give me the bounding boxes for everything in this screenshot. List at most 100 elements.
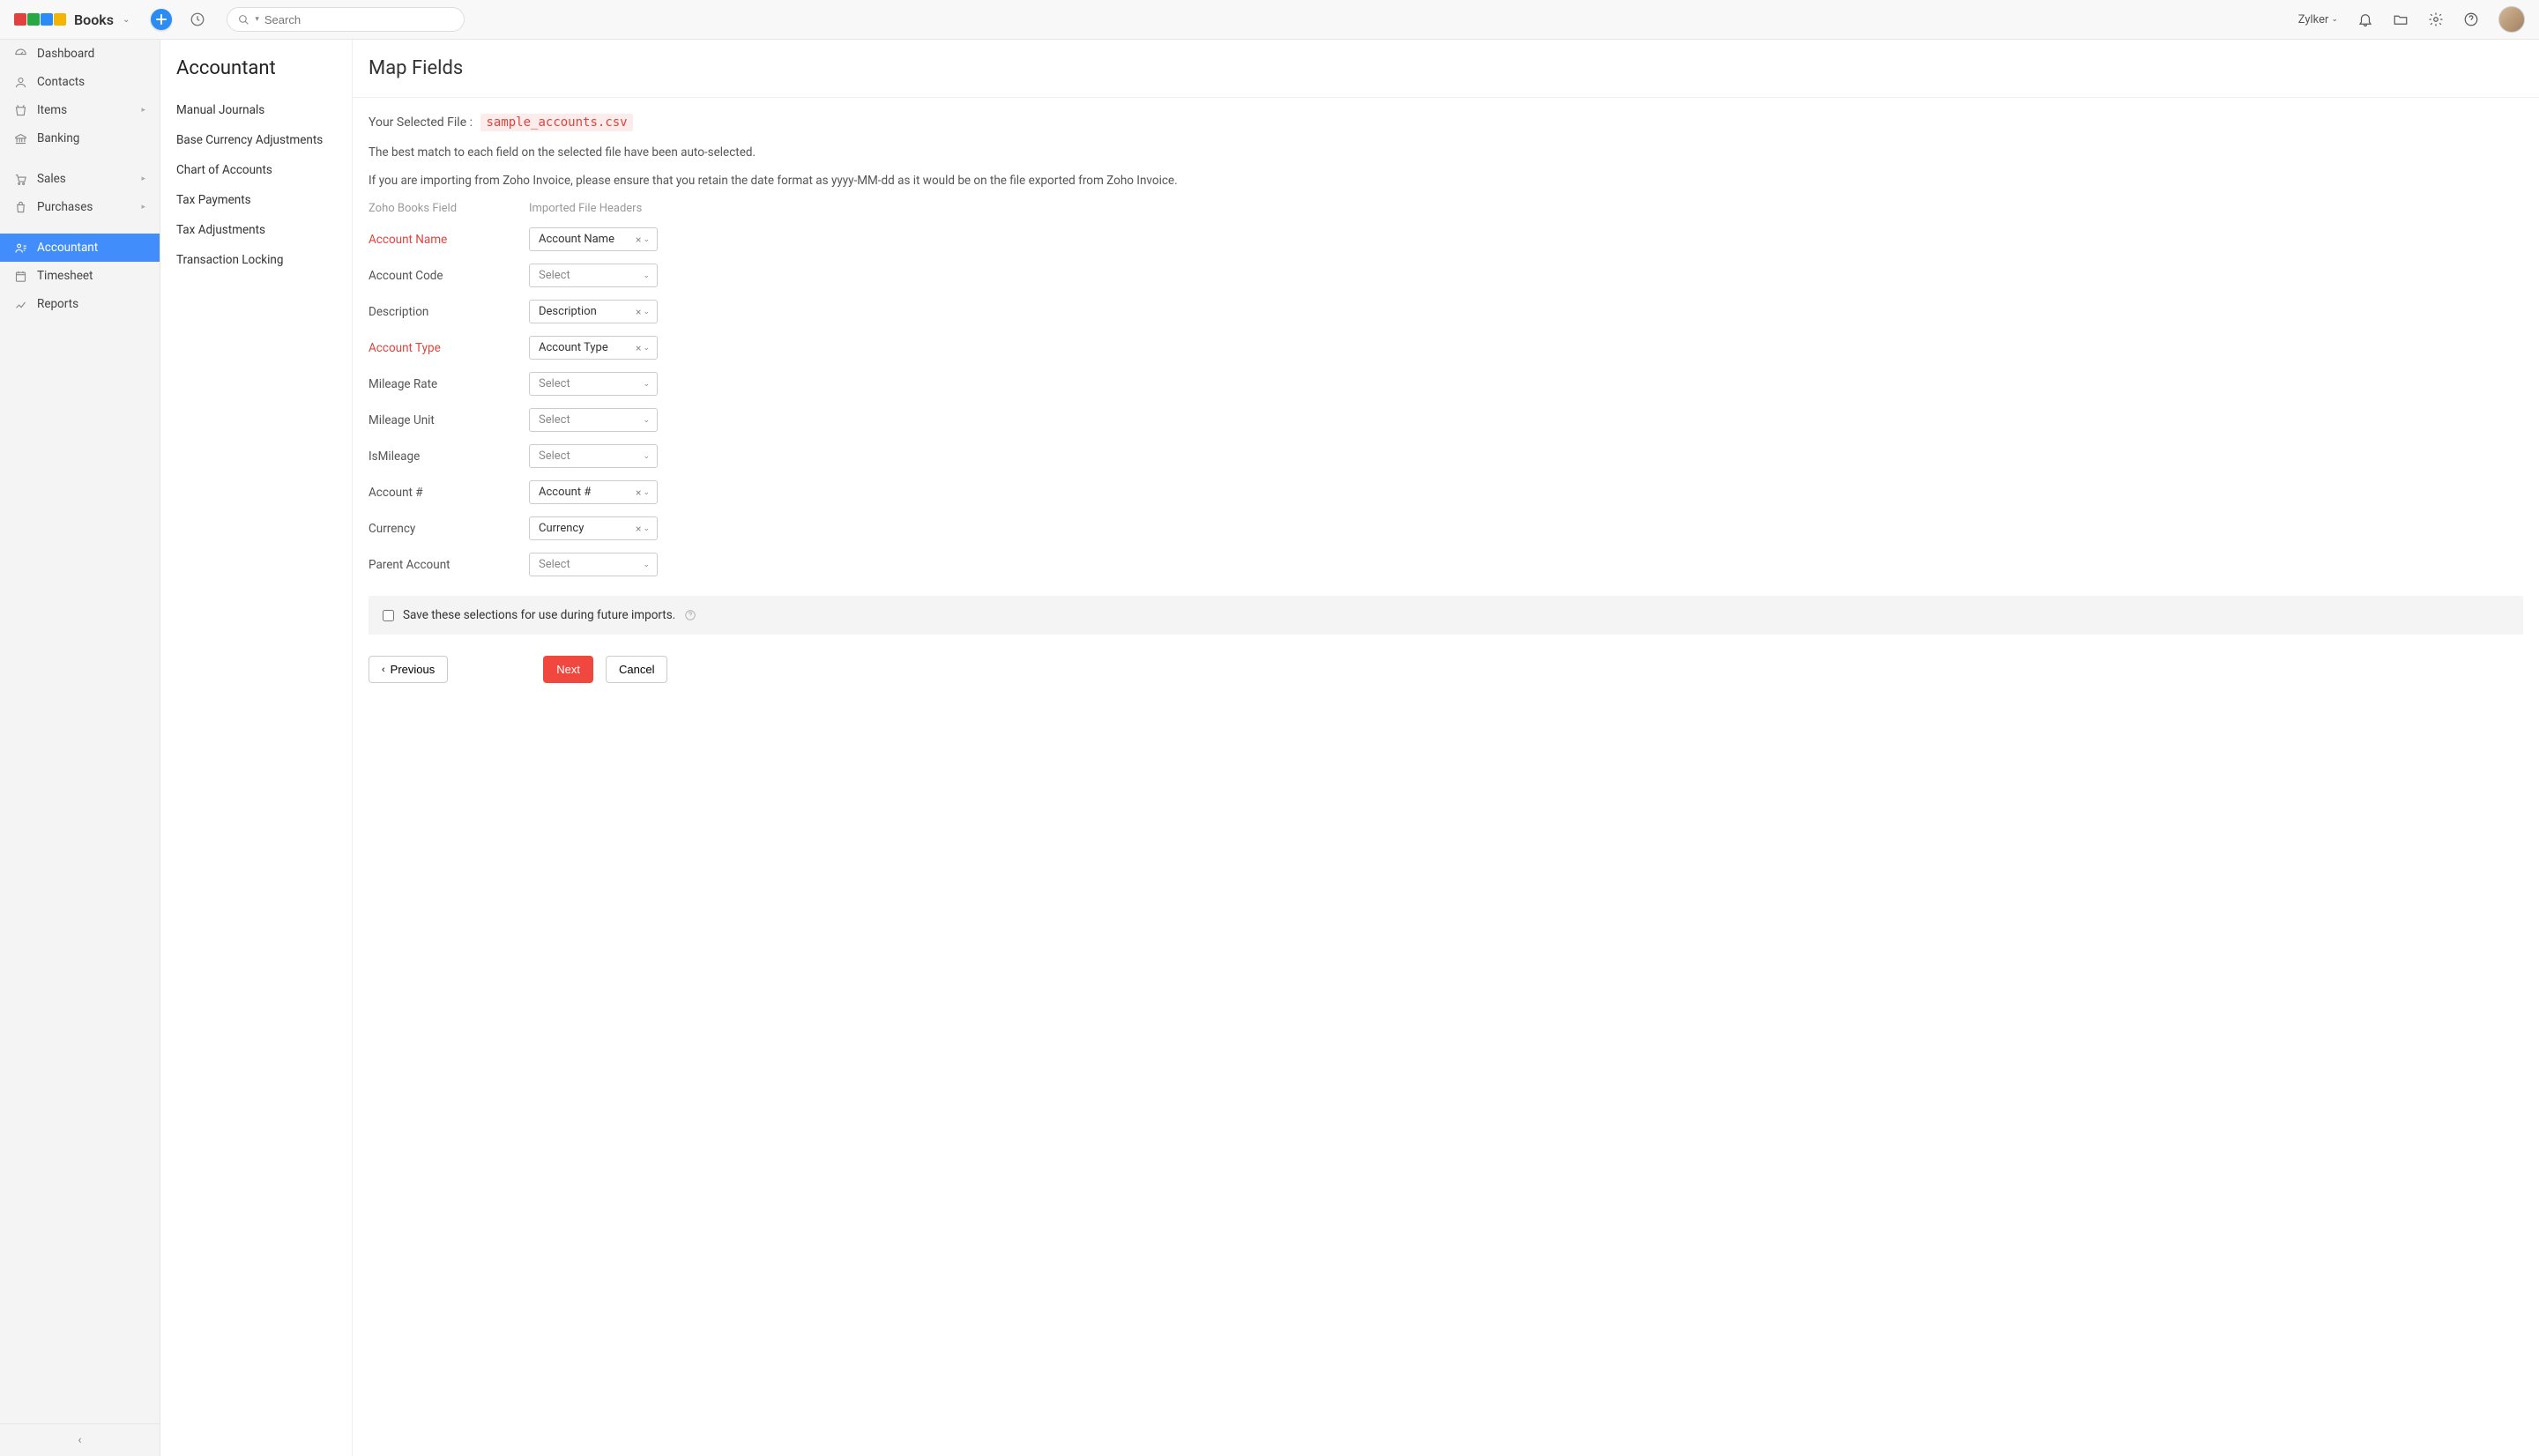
sidebar: DashboardContactsItems▸BankingSales▸Purc…: [0, 40, 160, 1456]
sidebar-item-accountant[interactable]: Accountant: [0, 234, 160, 262]
field-select[interactable]: Currency×⌄: [529, 516, 658, 540]
field-label: Parent Account: [369, 558, 520, 572]
info-auto-match: The best match to each field on the sele…: [369, 145, 2523, 160]
search-input[interactable]: ▾: [227, 7, 465, 32]
subnav-item-base-currency-adjustments[interactable]: Base Currency Adjustments: [160, 125, 352, 155]
sidebar-item-sales[interactable]: Sales▸: [0, 165, 160, 193]
help-icon[interactable]: [2463, 11, 2479, 27]
subnav-item-tax-adjustments[interactable]: Tax Adjustments: [160, 215, 352, 245]
selected-file-label: Your Selected File :: [369, 115, 473, 130]
close-icon[interactable]: ×: [636, 487, 641, 499]
field-select[interactable]: Select⌄: [529, 444, 658, 468]
main-content: Map Fields Your Selected File : sample_a…: [353, 40, 2539, 1456]
page-title: Map Fields: [369, 57, 2523, 79]
next-button[interactable]: Next: [543, 656, 593, 683]
field-row: Mileage Rate Select⌄: [369, 372, 2523, 396]
contacts-icon: [14, 76, 28, 89]
sidebar-item-label: Contacts: [37, 75, 85, 89]
previous-button-label: Previous: [391, 663, 436, 676]
subnav-item-chart-of-accounts[interactable]: Chart of Accounts: [160, 155, 352, 185]
chevron-down-icon: ⌄: [643, 380, 650, 389]
field-row: CurrencyCurrency×⌄: [369, 516, 2523, 540]
items-icon: [14, 104, 28, 117]
field-select[interactable]: Account Type×⌄: [529, 336, 658, 360]
field-select[interactable]: Account Name×⌄: [529, 227, 658, 251]
sidebar-item-banking[interactable]: Banking: [0, 124, 160, 152]
subnav: Accountant Manual JournalsBase Currency …: [160, 40, 353, 1456]
select-value: Account Type: [539, 341, 636, 354]
subnav-item-transaction-locking[interactable]: Transaction Locking: [160, 245, 352, 275]
field-select[interactable]: Select⌄: [529, 372, 658, 396]
field-label: Mileage Unit: [369, 413, 520, 427]
help-icon[interactable]: [684, 609, 696, 621]
chevron-left-icon: ‹: [78, 1433, 81, 1447]
chevron-down-icon: ⌄: [643, 488, 650, 497]
cancel-button[interactable]: Cancel: [606, 656, 667, 683]
chevron-down-icon: ⌄: [643, 416, 650, 425]
select-value: Select: [539, 269, 643, 282]
sidebar-item-label: Reports: [37, 297, 78, 311]
field-label: Account Type: [369, 341, 520, 355]
save-selections-label: Save these selections for use during fut…: [403, 608, 675, 622]
chevron-right-icon: ▸: [141, 175, 145, 183]
field-select[interactable]: Account #×⌄: [529, 480, 658, 504]
sidebar-item-label: Banking: [37, 131, 79, 145]
history-icon[interactable]: [190, 11, 205, 27]
sidebar-item-label: Items: [37, 103, 67, 117]
banking-icon: [14, 132, 28, 145]
collapse-sidebar-button[interactable]: ‹: [0, 1423, 160, 1456]
field-select[interactable]: Description×⌄: [529, 300, 658, 323]
bell-icon[interactable]: [2357, 11, 2373, 27]
org-name-label: Zylker: [2298, 13, 2329, 26]
chevron-left-icon: ‹: [382, 665, 385, 675]
cancel-button-label: Cancel: [619, 663, 654, 676]
app-logo[interactable]: Books ⌄: [14, 11, 130, 28]
field-select[interactable]: Select⌄: [529, 264, 658, 287]
quick-add-button[interactable]: [151, 9, 172, 30]
sidebar-item-purchases[interactable]: Purchases▸: [0, 193, 160, 221]
close-icon[interactable]: ×: [636, 523, 641, 535]
close-icon[interactable]: ×: [636, 306, 641, 318]
chevron-right-icon: ▸: [141, 203, 145, 212]
chevron-down-icon[interactable]: ⌄: [123, 15, 130, 25]
subnav-item-tax-payments[interactable]: Tax Payments: [160, 185, 352, 215]
field-label: Account Code: [369, 269, 520, 283]
sidebar-item-label: Dashboard: [37, 47, 94, 61]
close-icon[interactable]: ×: [636, 234, 641, 246]
save-selections-checkbox[interactable]: [383, 610, 394, 621]
field-label: Mileage Rate: [369, 377, 520, 391]
folder-icon[interactable]: [2393, 11, 2409, 27]
org-switcher[interactable]: Zylker ⌄: [2298, 13, 2338, 26]
chevron-down-icon: ⌄: [643, 561, 650, 569]
previous-button[interactable]: ‹ Previous: [369, 656, 448, 683]
select-value: Select: [539, 449, 643, 463]
avatar[interactable]: [2498, 6, 2525, 33]
field-row: Account NameAccount Name×⌄: [369, 227, 2523, 251]
sidebar-item-reports[interactable]: Reports: [0, 290, 160, 318]
field-select[interactable]: Select⌄: [529, 553, 658, 576]
sidebar-item-items[interactable]: Items▸: [0, 96, 160, 124]
select-value: Description: [539, 305, 636, 318]
field-label: IsMileage: [369, 449, 520, 464]
field-row: Account TypeAccount Type×⌄: [369, 336, 2523, 360]
sidebar-item-dashboard[interactable]: Dashboard: [0, 40, 160, 68]
close-icon[interactable]: ×: [636, 342, 641, 354]
sidebar-item-timesheet[interactable]: Timesheet: [0, 262, 160, 290]
column-header-imported: Imported File Headers: [529, 202, 642, 215]
chevron-down-icon: ⌄: [643, 235, 650, 244]
search-field[interactable]: [264, 13, 453, 26]
field-row: Account Code Select⌄: [369, 264, 2523, 287]
field-label: Description: [369, 305, 520, 319]
select-value: Account #: [539, 486, 636, 499]
select-value: Select: [539, 558, 643, 571]
field-row: IsMileage Select⌄: [369, 444, 2523, 468]
select-value: Select: [539, 413, 643, 427]
sidebar-item-label: Timesheet: [37, 269, 93, 283]
sidebar-item-contacts[interactable]: Contacts: [0, 68, 160, 96]
field-select[interactable]: Select⌄: [529, 408, 658, 432]
accountant-icon: [14, 241, 28, 255]
search-icon: [238, 14, 249, 26]
subnav-item-manual-journals[interactable]: Manual Journals: [160, 95, 352, 125]
brand-name: Books: [74, 11, 114, 28]
gear-icon[interactable]: [2428, 11, 2444, 27]
